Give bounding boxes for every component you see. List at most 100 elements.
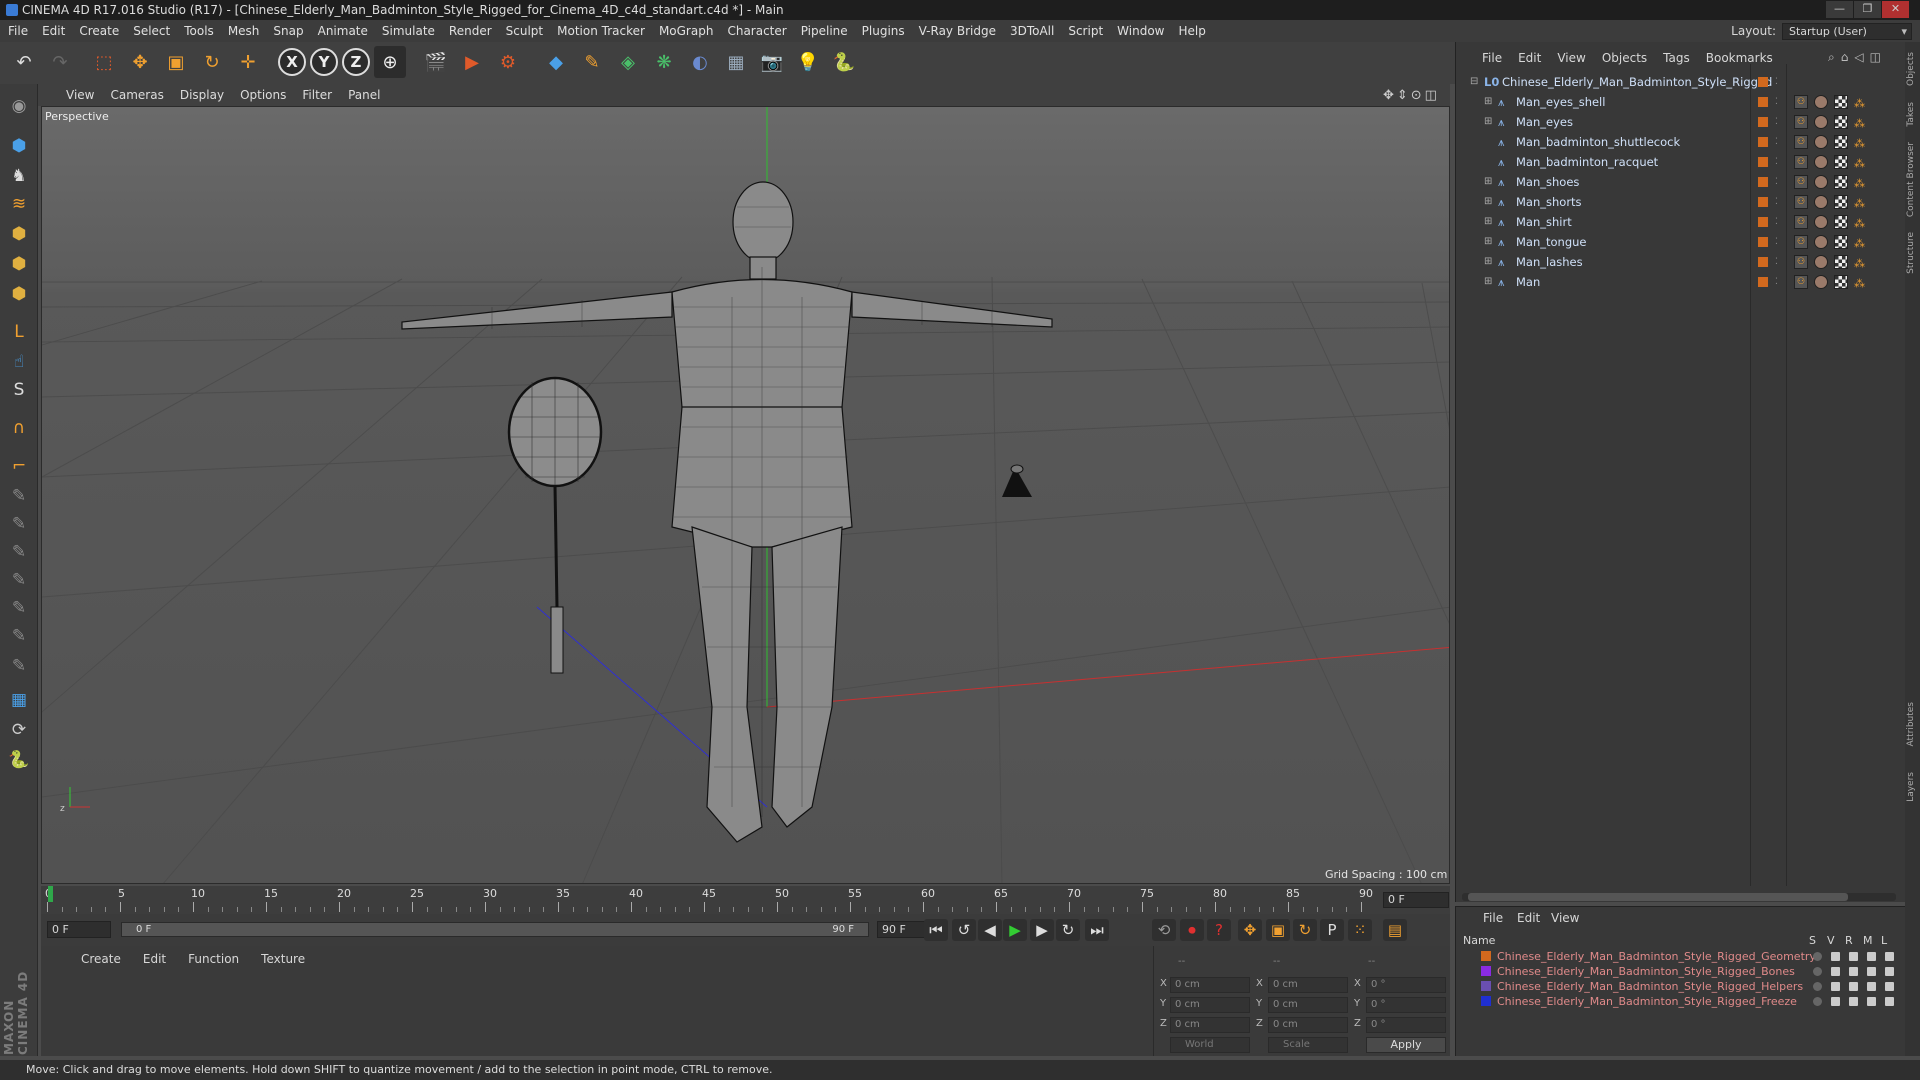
expand-icon[interactable]: ⊞ — [1484, 272, 1492, 292]
layer-manager-toggle-icon[interactable] — [1867, 997, 1876, 1006]
phong-tag-icon[interactable]: ⚇ — [1794, 275, 1808, 289]
object-menu-file[interactable]: File — [1482, 51, 1502, 65]
material-tag-icon[interactable] — [1814, 195, 1828, 209]
points-mode-icon[interactable]: ⬢ — [3, 218, 35, 250]
layer-row[interactable]: Chinese_Elderly_Man_Badminton_Style_Rigg… — [1463, 979, 1894, 994]
texture-tag-icon[interactable] — [1834, 135, 1848, 149]
menu-edit[interactable]: Edit — [42, 24, 65, 38]
position-y-field[interactable]: 0 cm — [1170, 997, 1250, 1013]
material-tag-icon[interactable] — [1814, 155, 1828, 169]
layer-solo-toggle-icon[interactable] — [1813, 952, 1822, 961]
menu-mesh[interactable]: Mesh — [228, 24, 260, 38]
brush-tool-7-icon[interactable]: ✎ — [3, 650, 35, 682]
visibility-dots-icon[interactable]: ⁚ — [1775, 132, 1778, 152]
object-name[interactable]: Man_badminton_shuttlecock — [1516, 132, 1680, 152]
layer-manager-toggle-icon[interactable] — [1867, 967, 1876, 976]
layer-row[interactable]: Chinese_Elderly_Man_Badminton_Style_Rigg… — [1463, 994, 1894, 1009]
material-menu-edit[interactable]: Edit — [143, 952, 166, 966]
object-mode-icon[interactable]: ⬢ — [3, 130, 35, 162]
layer-manager-toggle-icon[interactable] — [1867, 952, 1876, 961]
size-y-field[interactable]: 0 cm — [1268, 997, 1348, 1013]
object-row[interactable]: ⊞ ⩚ Man_lashes ⁚ ⚇ ⁂ — [1460, 252, 1900, 272]
object-horizontal-scrollbar[interactable] — [1462, 893, 1896, 901]
scale-icon[interactable]: ▣ — [160, 46, 192, 78]
rotate-icon[interactable]: ↻ — [196, 46, 228, 78]
layer-visible-toggle-icon[interactable] — [1831, 997, 1840, 1006]
key-position-icon[interactable]: ✥ — [1238, 919, 1262, 941]
layer-render-toggle-icon[interactable] — [1849, 952, 1858, 961]
visibility-dots-icon[interactable]: ⁚ — [1775, 192, 1778, 212]
position-z-field[interactable]: 0 cm — [1170, 1017, 1250, 1033]
material-tag-icon[interactable] — [1814, 215, 1828, 229]
move-icon[interactable]: ✥ — [124, 46, 156, 78]
layer-row[interactable]: Chinese_Elderly_Man_Badminton_Style_Rigg… — [1463, 964, 1894, 979]
object-row[interactable]: ⩚ Man_badminton_shuttlecock ⁚ ⚇ ⁂ — [1460, 132, 1900, 152]
material-tag-icon[interactable] — [1814, 95, 1828, 109]
texture-tag-icon[interactable] — [1834, 155, 1848, 169]
layer-manager-toggle-icon[interactable] — [1867, 982, 1876, 991]
key-param-icon[interactable]: P — [1320, 919, 1344, 941]
expand-icon[interactable]: ⊞ — [1484, 92, 1492, 112]
current-frame-field[interactable]: 0 F — [1383, 892, 1449, 908]
viewport-camera-label[interactable]: Perspective — [45, 110, 109, 123]
minimize-button[interactable]: — — [1826, 1, 1853, 18]
visibility-dots-icon[interactable]: ⁚ — [1775, 212, 1778, 232]
texture-tag-icon[interactable] — [1834, 275, 1848, 289]
rotation-y-field[interactable]: 0 ° — [1366, 997, 1446, 1013]
object-name[interactable]: Man_tongue — [1516, 232, 1587, 252]
layer-locked-toggle-icon[interactable] — [1885, 997, 1894, 1006]
render-picture-icon[interactable]: ▶ — [456, 46, 488, 78]
play-icon[interactable]: ▶ — [1003, 919, 1027, 941]
playhead[interactable] — [48, 886, 53, 902]
snap-icon[interactable]: S — [3, 374, 35, 406]
subdivision-icon[interactable]: ◈ — [612, 46, 644, 78]
layer-locked-toggle-icon[interactable] — [1885, 982, 1894, 991]
python-icon[interactable]: 🐍 — [828, 46, 860, 78]
object-row[interactable]: ⊞ ⩚ Man_shoes ⁚ ⚇ ⁂ — [1460, 172, 1900, 192]
start-frame-field[interactable]: 0 F — [47, 921, 111, 938]
layer-menu-view[interactable]: View — [1551, 911, 1579, 925]
texture-tag-icon[interactable] — [1834, 195, 1848, 209]
viewport-nav-icons[interactable]: ✥⇕⊙◫ — [1383, 88, 1440, 103]
expand-icon[interactable]: ⊞ — [1484, 232, 1492, 252]
layer-name[interactable]: Chinese_Elderly_Man_Badminton_Style_Rigg… — [1497, 949, 1816, 964]
menu-render[interactable]: Render — [449, 24, 492, 38]
object-menu-bookmarks[interactable]: Bookmarks — [1706, 51, 1773, 65]
viewport-menu-panel[interactable]: Panel — [348, 88, 380, 102]
magnet-icon[interactable]: ∩ — [3, 412, 35, 444]
motion-record-icon[interactable]: ⟲ — [1152, 919, 1176, 941]
layer-menu-edit[interactable]: Edit — [1517, 911, 1540, 925]
material-menu-texture[interactable]: Texture — [261, 952, 305, 966]
expand-icon[interactable]: ⊞ — [1484, 252, 1492, 272]
texture-tag-icon[interactable] — [1834, 95, 1848, 109]
menu-3dtoall[interactable]: 3DToAll — [1010, 24, 1054, 38]
side-tab-content-browser[interactable]: Content Browser — [1906, 142, 1919, 217]
layout-dropdown[interactable]: Startup (User) — [1782, 22, 1912, 40]
edges-mode-icon[interactable]: ⬢ — [3, 248, 35, 280]
object-name[interactable]: Man_lashes — [1516, 252, 1583, 272]
weight-tag-icon[interactable]: ⁂ — [1854, 114, 1865, 134]
prev-key-icon[interactable]: ↺ — [952, 919, 976, 941]
visibility-dots-icon[interactable]: ⁚ — [1775, 112, 1778, 132]
workplane-icon[interactable]: ≋ — [3, 188, 35, 220]
menu-script[interactable]: Script — [1068, 24, 1103, 38]
viewport-menu-filter[interactable]: Filter — [302, 88, 332, 102]
weight-tag-icon[interactable]: ⁂ — [1854, 254, 1865, 274]
weight-tag-icon[interactable]: ⁂ — [1854, 214, 1865, 234]
camera-icon[interactable]: 📷 — [756, 46, 788, 78]
close-button[interactable]: ✕ — [1882, 1, 1909, 18]
material-tag-icon[interactable] — [1814, 115, 1828, 129]
menu-mograph[interactable]: MoGraph — [659, 24, 714, 38]
layer-render-toggle-icon[interactable] — [1849, 982, 1858, 991]
visibility-dots-icon[interactable]: ⁚ — [1775, 172, 1778, 192]
texture-tag-icon[interactable] — [1834, 215, 1848, 229]
layer-visible-toggle-icon[interactable] — [1831, 982, 1840, 991]
visibility-dots-icon[interactable]: ⁚ — [1775, 272, 1778, 292]
object-row[interactable]: ⊞ ⩚ Man_eyes ⁚ ⚇ ⁂ — [1460, 112, 1900, 132]
object-row[interactable]: ⊞ ⩚ Man_eyes_shell ⁚ ⚇ ⁂ — [1460, 92, 1900, 112]
phong-tag-icon[interactable]: ⚇ — [1794, 155, 1808, 169]
weight-tag-icon[interactable]: ⁂ — [1854, 194, 1865, 214]
rotation-x-field[interactable]: 0 ° — [1366, 977, 1446, 993]
timeline-view-icon[interactable]: ▤ — [1383, 919, 1407, 941]
z-axis-icon[interactable]: Z — [342, 48, 370, 76]
